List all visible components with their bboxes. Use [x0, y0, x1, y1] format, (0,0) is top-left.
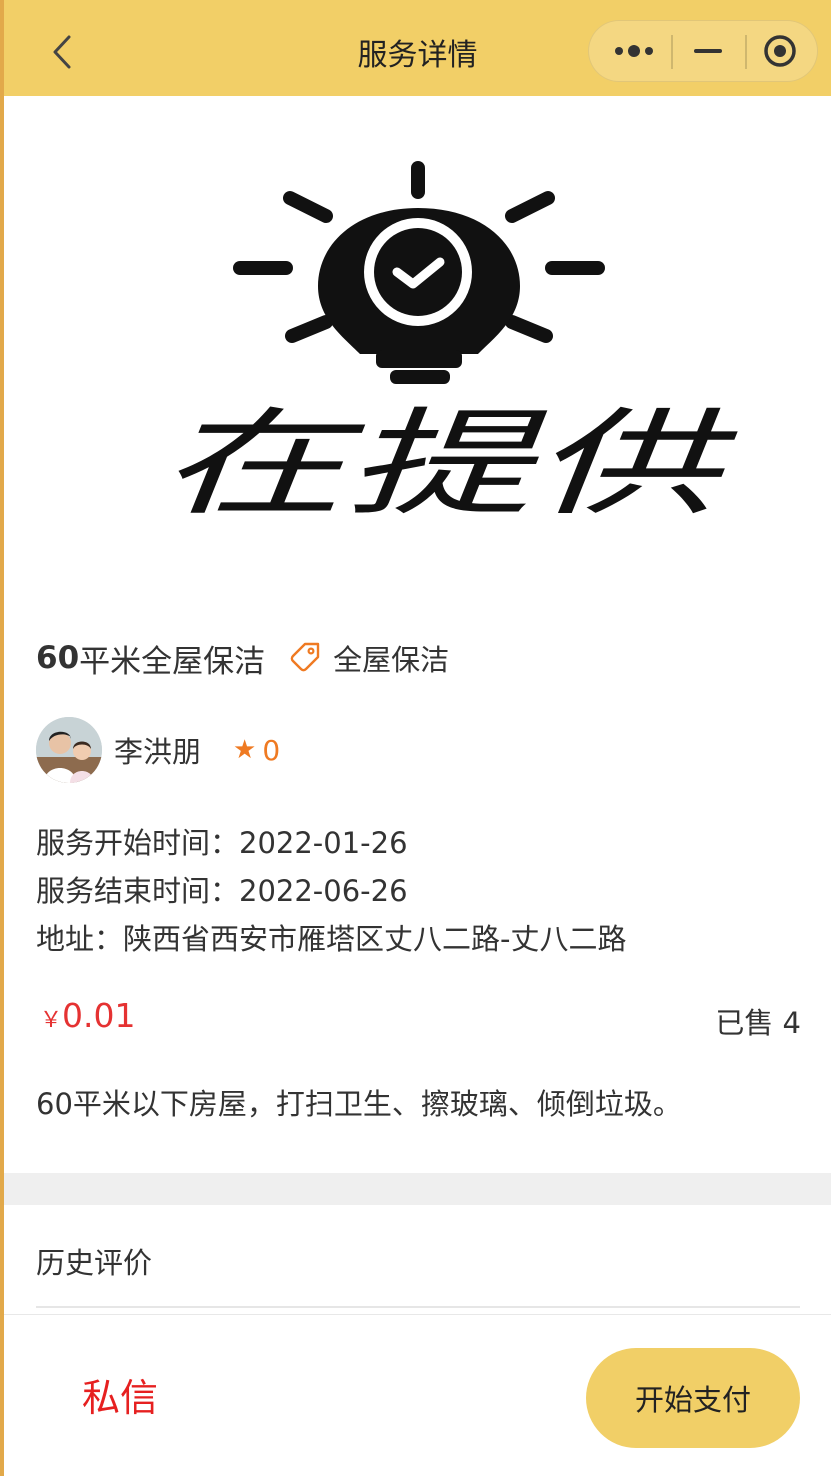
price-value: 0.01: [62, 996, 136, 1035]
sold-count: 已售 4: [715, 1006, 801, 1040]
provider-row: 李洪朋 ★ 0: [36, 716, 280, 784]
lightbulb-check-icon: [233, 161, 605, 384]
navigation-bar: 服务详情: [4, 0, 831, 96]
section-divider: [4, 1173, 831, 1205]
minimize-button[interactable]: [671, 21, 745, 81]
target-close-icon: [764, 35, 796, 67]
more-dots-icon: [615, 45, 653, 57]
service-price: ￥0.01: [40, 996, 136, 1035]
service-title-row: 60 平米全屋保洁 全屋保洁: [36, 630, 449, 686]
service-tag: 全屋保洁: [289, 637, 449, 679]
more-button[interactable]: [597, 21, 671, 81]
service-banner: 在提供: [4, 96, 831, 596]
service-address: 地址：陕西省西安市雁塔区丈八二路-丈八二路: [36, 922, 627, 956]
service-start-time: 服务开始时间：2022-01-26: [36, 826, 408, 860]
private-message-button[interactable]: 私信: [82, 1367, 158, 1422]
provider-name: 李洪朋: [114, 735, 202, 769]
avatar-image: [36, 717, 102, 783]
avatar[interactable]: [36, 717, 102, 783]
rating-value: 0: [262, 733, 281, 767]
service-title: 平米全屋保洁: [79, 643, 266, 680]
provider-rating: ★ 0: [233, 734, 280, 767]
star-icon: ★: [233, 735, 257, 765]
reviews-divider: [36, 1306, 800, 1308]
service-title-number: 60: [36, 640, 80, 676]
start-payment-button[interactable]: 开始支付: [586, 1348, 800, 1448]
minimize-icon: [694, 49, 722, 53]
service-end-time: 服务结束时间：2022-06-26: [36, 874, 408, 908]
tag-icon: [290, 642, 320, 672]
start-payment-label: 开始支付: [634, 1385, 751, 1417]
banner-logo-text: 在提供: [158, 397, 739, 532]
price-currency: ￥: [40, 1008, 63, 1033]
app-frame: 服务详情 在提供 60 平米全屋保洁 全屋保洁 李洪朋 ★ 0 服务开始时间：2…: [4, 0, 831, 1476]
bottom-action-bar: 私信 开始支付: [4, 1314, 831, 1476]
reviews-title: 历史评价: [36, 1246, 153, 1280]
menu-capsule: [588, 20, 818, 82]
service-tag-label: 全屋保洁: [333, 643, 450, 677]
close-button[interactable]: [743, 21, 817, 81]
service-description: 60平米以下房屋，打扫卫生、擦玻璃、倾倒垃圾。: [36, 1087, 682, 1121]
banner-logo: 在提供: [158, 161, 739, 532]
